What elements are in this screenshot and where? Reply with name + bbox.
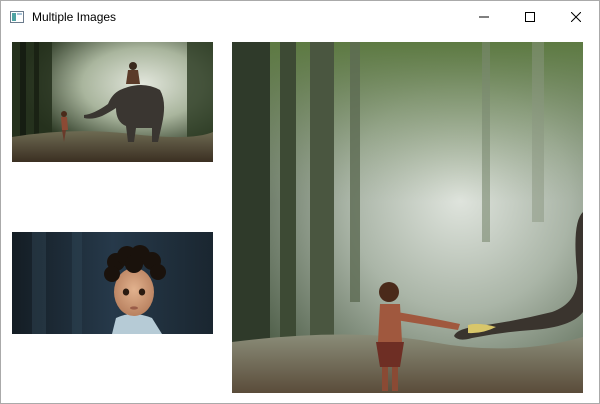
image-elephant-scene-small — [12, 42, 213, 162]
image-elephant-scene-large — [232, 42, 583, 393]
minimize-icon — [479, 12, 489, 22]
maximize-button[interactable] — [507, 1, 553, 32]
maximize-icon — [525, 11, 535, 22]
app-window: Multiple Images — [0, 0, 600, 404]
close-icon — [571, 11, 581, 22]
image-child-portrait — [12, 232, 213, 334]
window-title: Multiple Images — [32, 10, 117, 24]
title-bar[interactable]: Multiple Images — [1, 1, 599, 32]
close-button[interactable] — [553, 1, 599, 32]
minimize-button[interactable] — [461, 1, 507, 32]
app-icon — [10, 10, 24, 24]
